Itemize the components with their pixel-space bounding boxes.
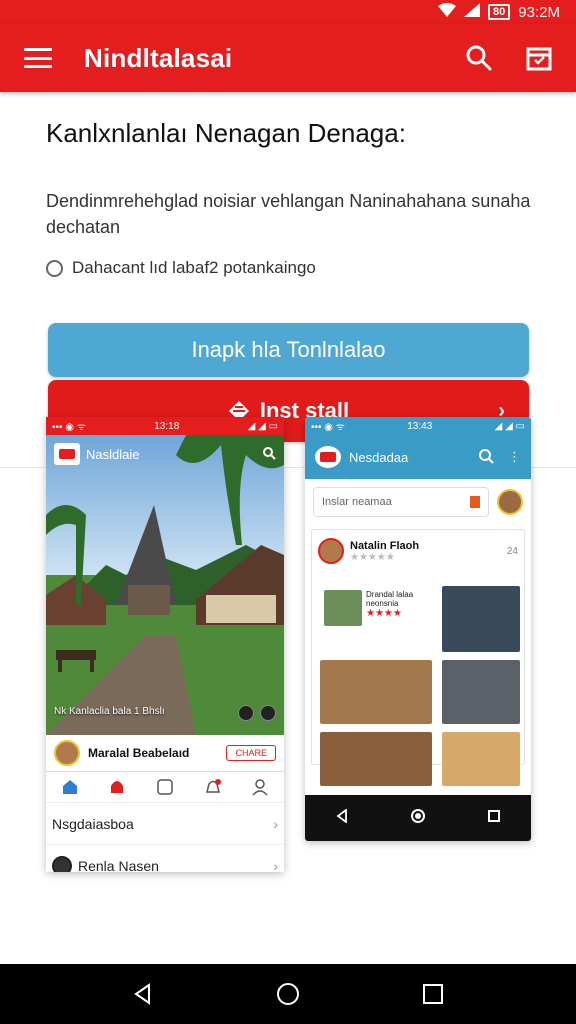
- list-item-label: Renla Nasen: [78, 857, 159, 873]
- user-row: Maralal Beabelaıd CHARE: [46, 735, 284, 771]
- list-item: Renla Nasen ›: [46, 845, 284, 872]
- photo-grid: Drandal lalaa neonsnia ★★★★: [320, 586, 520, 786]
- signal-icon: [464, 3, 481, 21]
- rating-stars-icon: ★★★★: [366, 608, 402, 619]
- profile-tab-icon: [251, 778, 269, 796]
- photo-tile: [442, 732, 520, 786]
- review-tile-body: Drandal lalaa neonsnia ★★★★: [366, 590, 428, 648]
- option-radio[interactable]: Dahacant lıd labaf2 potankaingo: [46, 258, 316, 278]
- chevron-right-icon: ›: [273, 815, 278, 832]
- menu-icon[interactable]: [24, 48, 52, 68]
- bell-tab-icon: [108, 778, 126, 796]
- page: 80 93:2M Nindltalasai Kanlxnlanlaı Nenag…: [0, 0, 576, 1024]
- mini-search-icon: [262, 446, 276, 463]
- list-item-label: Nsgdaiasboa: [52, 815, 134, 832]
- mini-app-actions: ⋮: [478, 448, 521, 467]
- recents-icon: [487, 809, 501, 828]
- mini-status-right-icons: ◢ ◢ ▭: [494, 420, 525, 432]
- mini-status-time: 13:18: [154, 420, 180, 432]
- home-icon[interactable]: [268, 974, 308, 1014]
- mini-status-bar: ••• ◉ ᯤ 13:18 ◢ ◢ ▭: [46, 417, 284, 435]
- page-title: Kanlxnlanlaı Nenagan Denaga:: [46, 118, 406, 148]
- status-bar: 80 93:2M: [0, 0, 576, 24]
- radio-circle-icon[interactable]: [46, 259, 63, 277]
- review-tile: Drandal lalaa neonsnia ★★★★: [320, 586, 432, 652]
- mini-search-placeholder: Inslar neamaa: [322, 496, 392, 508]
- avatar: [497, 489, 523, 515]
- status-time: 93:2M: [518, 3, 560, 21]
- mini-search-row: Inslar neamaa: [313, 487, 523, 517]
- user-name: Natalin Flaoh: [350, 539, 420, 552]
- home-tab-icon: [61, 778, 79, 796]
- wifi-icon: [438, 3, 457, 21]
- control-dot-icon: [260, 705, 276, 721]
- control-dot-icon: [238, 705, 254, 721]
- system-nav-bar: [0, 964, 576, 1024]
- bookmark-icon[interactable]: [524, 43, 554, 73]
- feed-card: Natalin Flaoh ★★★★★ 24 Drandal lalaa neo…: [311, 529, 525, 786]
- mini-status-icons: ••• ◉ ᯤ: [311, 422, 345, 433]
- photo-tile: [320, 660, 432, 724]
- recents-icon[interactable]: [413, 974, 453, 1014]
- screenshot-left: ••• ◉ ᯤ 13:18 ◢ ◢ ▭ Nasldlaie Nk Kanlacl…: [46, 417, 284, 872]
- photo-tile: [320, 732, 432, 786]
- temple-photo: Nasldlaie Nk Kanlaclia bala 1 Bhslı: [46, 435, 284, 735]
- avatar: [318, 538, 344, 564]
- battery-icon: 80: [488, 4, 511, 20]
- more-icon: ⋮: [508, 449, 521, 464]
- screenshot-right: ••• ◉ ᯤ 13:43 ◢ ◢ ▭ Nesdadaa ⋮ Inslar ne…: [305, 417, 531, 841]
- feed-card-user: Natalin Flaoh ★★★★★: [350, 540, 419, 563]
- mini-system-nav: [305, 795, 531, 841]
- scene-controls: [238, 705, 276, 721]
- rating-stars-icon: ★★★★★: [350, 551, 395, 563]
- mini-search-icon: [478, 448, 494, 467]
- search-icon[interactable]: [464, 43, 494, 73]
- mini-app-title: Nesdadaa: [349, 449, 409, 465]
- mini-app-bar: Nesdadaa ⋮: [305, 435, 531, 479]
- notification-tab-icon: [204, 778, 222, 796]
- app-logo-icon: [315, 446, 341, 468]
- back-icon: [335, 807, 349, 828]
- mini-search-input: Inslar neamaa: [313, 487, 489, 517]
- feed-count: 24: [506, 545, 518, 557]
- scene-caption: Nk Kanlaclia bala 1 Bhslı: [54, 706, 165, 717]
- mini-status-time: 13:43: [407, 420, 433, 432]
- app-logo-icon: [54, 443, 80, 465]
- user-name: Maralal Beabelaıd: [88, 746, 190, 760]
- mini-status-icons: ••• ◉ ᯤ: [52, 422, 86, 433]
- option-radio-label: Dahacant lıd labaf2 potankaingo: [72, 258, 316, 277]
- photo-thumbnail: [324, 590, 362, 626]
- mini-status-right-icons: ◢ ◢ ▭: [247, 420, 278, 432]
- feed-card-header: Natalin Flaoh ★★★★★ 24: [312, 530, 524, 564]
- app-title: Nindltalasai: [84, 42, 233, 73]
- mini-status-bar: ••• ◉ ᯤ 13:43 ◢ ◢ ▭: [305, 417, 531, 435]
- tag-icon: [470, 496, 480, 508]
- temple-scene: [46, 435, 284, 735]
- bottom-tabs: [46, 771, 284, 803]
- photo-tile: [442, 586, 520, 652]
- calendar-tab-icon: [156, 778, 174, 796]
- app-bar: Nindltalasai: [0, 24, 576, 92]
- scene-header: Nasldlaie: [54, 443, 276, 465]
- review-tile-text: Drandal lalaa neonsnia: [366, 590, 414, 608]
- photo-tile: [442, 660, 520, 724]
- avatar: [52, 855, 72, 872]
- back-icon[interactable]: [123, 974, 163, 1014]
- app-bar-actions: [464, 43, 554, 73]
- home-icon: [410, 808, 426, 829]
- list-item-content: Renla Nasen: [52, 855, 159, 873]
- share-button: CHARE: [226, 745, 276, 761]
- chevron-right-icon: ›: [273, 857, 278, 873]
- avatar: [54, 740, 80, 766]
- scene-app-title: Nasldlaie: [86, 446, 140, 462]
- primary-button[interactable]: Inapk hla Tonlnlalao: [48, 323, 529, 377]
- list-item: Nsgdaiasboa ›: [46, 803, 284, 845]
- page-description: Dendinmrehehglad noisiar vehlangan Nanin…: [46, 191, 531, 237]
